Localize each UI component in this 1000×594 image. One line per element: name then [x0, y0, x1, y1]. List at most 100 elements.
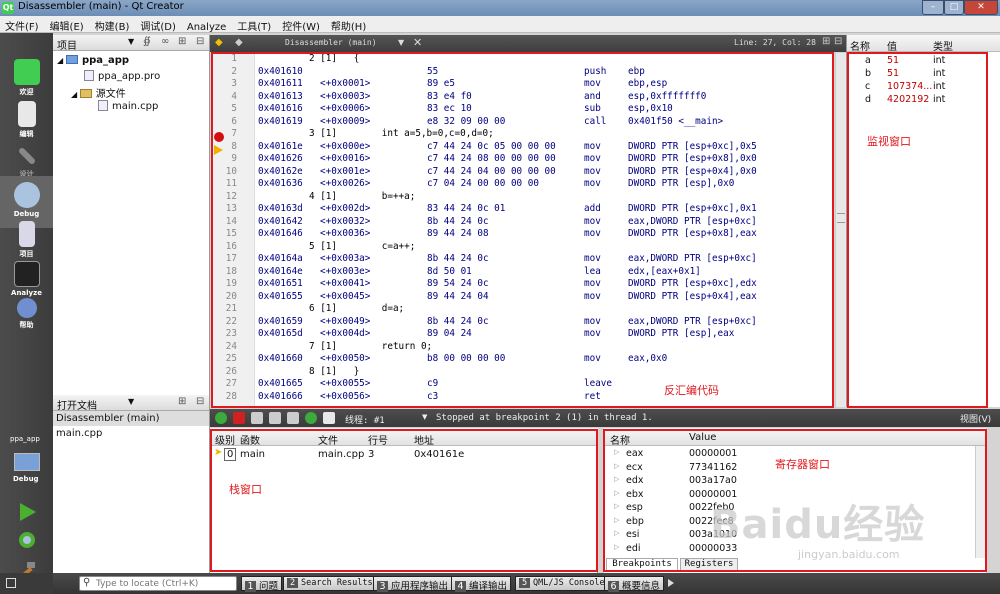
code-line[interactable]: 10 0x40162e <+0x001e> c7 44 24 04 00 00 00 …: [213, 166, 832, 179]
tab-issues[interactable]: 1 问题: [241, 576, 283, 592]
registers-scrollbar[interactable]: [975, 446, 986, 558]
tree-sources-folder[interactable]: ◢ 源文件: [71, 85, 126, 100]
code-line[interactable]: 12 4 [1] b=++a;: [213, 191, 832, 204]
menu-build[interactable]: 构建(B): [90, 16, 136, 33]
stop-debugger-icon[interactable]: [233, 412, 245, 424]
minimize-button[interactable]: –: [922, 0, 944, 15]
stack-col-address[interactable]: 地址: [414, 432, 434, 447]
restart-icon[interactable]: [305, 412, 317, 424]
stack-frame-row[interactable]: ➤ 0 main main.cpp 3 0x40161e: [210, 447, 598, 462]
watch-col-type[interactable]: 类型: [933, 38, 953, 53]
menu-help[interactable]: 帮助(H): [326, 16, 372, 33]
register-col-value[interactable]: Value: [689, 432, 716, 443]
tab-qml-console[interactable]: 5 QML/JS Console: [515, 576, 609, 591]
code-line[interactable]: 3 0x401611 <+0x0001> 89 e5 mov ebp,esp: [213, 78, 832, 91]
step-out-icon[interactable]: [287, 412, 299, 424]
watch-row[interactable]: a 51 int: [847, 55, 1000, 68]
code-line[interactable]: 22 0x401659 <+0x0049> 8b 44 24 0c mov eax,DWO…: [213, 316, 832, 329]
close-pane-icon[interactable]: ⊟: [196, 396, 204, 407]
editor-tab-title[interactable]: Disassembler (main): [285, 38, 377, 47]
toggle-sidebar-icon[interactable]: [6, 578, 16, 588]
editor-scrollbar[interactable]: [835, 53, 846, 407]
step-over-icon[interactable]: [251, 412, 263, 424]
menu-widgets[interactable]: 控件(W): [277, 16, 326, 33]
stack-col-line[interactable]: 行号: [368, 432, 388, 447]
code-line[interactable]: 11 0x401636 <+0x0026> c7 04 24 00 00 00 00 m…: [213, 178, 832, 191]
scroll-handle[interactable]: [837, 213, 845, 223]
stack-col-function[interactable]: 函数: [240, 432, 260, 447]
code-line[interactable]: 21 6 [1] d=a;: [213, 303, 832, 316]
watch-row[interactable]: d 4202192 int: [847, 94, 1000, 107]
menu-file[interactable]: 文件(F): [0, 16, 45, 33]
split-editor-icon[interactable]: ⊞: [822, 36, 830, 47]
code-line[interactable]: 27 0x401665 <+0x0055> c9 leave: [213, 378, 832, 391]
bookmark-icon[interactable]: ◆: [215, 37, 223, 48]
filter-icon[interactable]: ∯: [143, 36, 151, 47]
tab-breakpoints[interactable]: Breakpoints: [606, 558, 678, 572]
instruction-mode-icon[interactable]: [323, 412, 335, 424]
tree-pro-file[interactable]: ppa_app.pro: [84, 70, 160, 82]
tab-general-messages[interactable]: 6 概要信息: [604, 576, 665, 592]
close-pane-icon[interactable]: ⊟: [196, 36, 204, 47]
locator-input[interactable]: [96, 578, 234, 589]
expand-arrow-icon[interactable]: ▷: [614, 502, 619, 510]
tab-search-results[interactable]: 2 Search Results: [283, 576, 377, 591]
code-line[interactable]: 5 0x401616 <+0x0006> 83 ec 10 sub esp,0x10: [213, 103, 832, 116]
chevron-down-icon[interactable]: ▼: [398, 38, 404, 47]
thread-selector[interactable]: 线程: #1: [345, 413, 385, 426]
close-split-icon[interactable]: ⊟: [834, 36, 842, 47]
register-row[interactable]: ▷ edx 003a17a0: [604, 475, 974, 489]
close-editor-icon[interactable]: ✕: [413, 36, 422, 49]
code-line[interactable]: 28 0x401666 <+0x0056> c3 ret: [213, 391, 832, 404]
code-line[interactable]: 8 0x40161e <+0x000e> c7 44 24 0c 05 00 00 0…: [213, 141, 832, 154]
expand-arrow-icon[interactable]: ▷: [614, 489, 619, 497]
close-button[interactable]: ✕: [964, 0, 998, 15]
tree-main-cpp[interactable]: main.cpp: [98, 100, 158, 112]
register-col-name[interactable]: 名称: [610, 432, 630, 447]
tab-registers[interactable]: Registers: [680, 558, 738, 572]
step-into-icon[interactable]: [269, 412, 281, 424]
run-icon[interactable]: [15, 501, 39, 523]
expand-arrow-icon[interactable]: ▷: [614, 475, 619, 483]
code-line[interactable]: 6 0x401619 <+0x0009> e8 32 09 00 00 call 0x40…: [213, 116, 832, 129]
split-icon[interactable]: ⊞: [178, 396, 186, 407]
mode-help[interactable]: 帮助: [0, 292, 53, 344]
code-line[interactable]: 13 0x40163d <+0x002d> 83 44 24 0c 01 add DWOR…: [213, 203, 832, 216]
continue-icon[interactable]: [215, 412, 227, 424]
code-line[interactable]: 25 0x401660 <+0x0050> b8 00 00 00 00 mov eax,…: [213, 353, 832, 366]
menu-debug[interactable]: 调试(D): [135, 16, 182, 33]
code-line[interactable]: 26 8 [1] }: [213, 366, 832, 379]
tab-app-output[interactable]: 3 应用程序输出: [373, 576, 453, 592]
code-line[interactable]: 18 0x40164e <+0x003e> 8d 50 01 lea edx,[eax+0…: [213, 266, 832, 279]
code-line[interactable]: 16 5 [1] c=a++;: [213, 241, 832, 254]
tab-compile-output[interactable]: 4 编译输出: [451, 576, 512, 592]
more-tabs-icon[interactable]: [668, 579, 674, 587]
open-doc-item[interactable]: main.cpp: [56, 428, 102, 439]
start-debugging-icon[interactable]: [15, 529, 39, 551]
view-menu[interactable]: 视图(V): [960, 412, 991, 425]
code-line[interactable]: 73 [1] int a=5,b=0,c=0,d=0;: [213, 128, 832, 141]
code-line[interactable]: 19 0x401651 <+0x0041> 89 54 24 0c mov DWORD P…: [213, 278, 832, 291]
chevron-down-icon[interactable]: ▼: [128, 397, 134, 406]
code-line[interactable]: 14 0x401642 <+0x0032> 8b 44 24 0c mov eax,DWO…: [213, 216, 832, 229]
watch-row[interactable]: b 51 int: [847, 68, 1000, 81]
tree-project-root[interactable]: ◢ ppa_app: [57, 55, 129, 66]
chevron-down-icon[interactable]: ▼: [422, 413, 427, 421]
code-line[interactable]: 23 0x40165d <+0x004d> 89 04 24 mov DWORD PTR …: [213, 328, 832, 341]
disassembler-editor[interactable]: 1 2 [1] {2 0x401610 55 push ebp 3 0x401611 <+0x0…: [213, 53, 832, 407]
nav-icon[interactable]: ◆: [235, 37, 243, 48]
menu-analyze[interactable]: Analyze: [182, 20, 232, 33]
code-line[interactable]: 17 0x40164a <+0x003a> 8b 44 24 0c mov eax,DWO…: [213, 253, 832, 266]
link-icon[interactable]: ∞: [161, 36, 169, 47]
code-line[interactable]: 2 0x401610 55 push ebp: [213, 66, 832, 79]
breakpoint-icon[interactable]: [214, 132, 224, 142]
stack-col-level[interactable]: 级别: [215, 432, 235, 447]
split-icon[interactable]: ⊞: [178, 36, 186, 47]
code-line[interactable]: 15 0x401646 <+0x0036> 89 44 24 08 mov DWORD P…: [213, 228, 832, 241]
watch-col-value[interactable]: 值: [887, 38, 897, 53]
expand-arrow-icon[interactable]: ▷: [614, 448, 619, 456]
stack-col-file[interactable]: 文件: [318, 432, 338, 447]
locator-box[interactable]: ⚲: [79, 576, 237, 591]
code-line[interactable]: 9 0x401626 <+0x0016> c7 44 24 08 00 00 00 0…: [213, 153, 832, 166]
menu-edit[interactable]: 编辑(E): [45, 16, 90, 33]
